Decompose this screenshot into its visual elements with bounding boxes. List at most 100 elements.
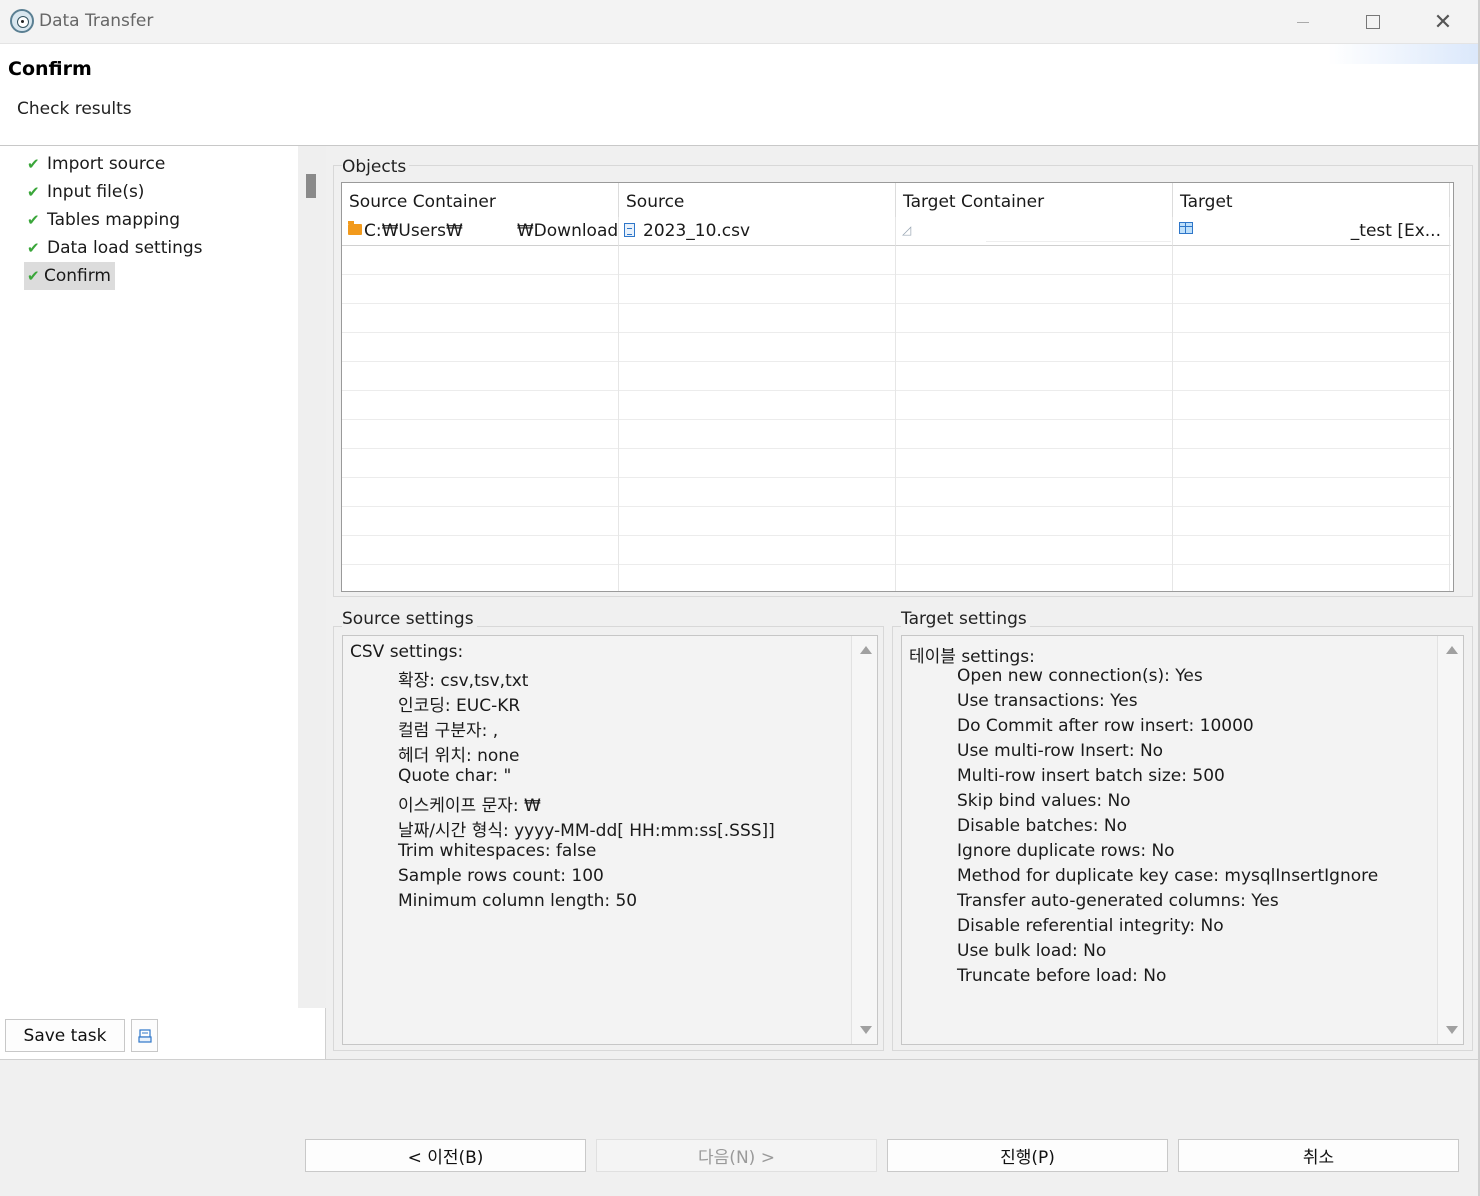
empty-table-row: [342, 304, 1451, 333]
save-icon: [137, 1028, 152, 1043]
empty-cell: [1173, 391, 1450, 420]
empty-cell: [1173, 362, 1450, 391]
scrollbar-thumb[interactable]: [306, 174, 316, 198]
table-row[interactable]: C:₩Users₩ ₩Downloads 2023_10.csv ◿ _test…: [342, 217, 1451, 246]
close-button[interactable]: ✕: [1408, 0, 1478, 44]
setting-line: Use transactions: Yes: [957, 691, 1138, 711]
target-settings-text[interactable]: 테이블 settings: Open new connection(s): Ye…: [901, 635, 1464, 1045]
next-button[interactable]: 다음(N) >: [596, 1139, 877, 1172]
source-container-cell[interactable]: C:₩Users₩ ₩Downloads: [342, 217, 619, 246]
csv-file-icon: [624, 223, 635, 237]
empty-cell: [342, 333, 619, 362]
scroll-down-icon[interactable]: [860, 1026, 872, 1034]
empty-table-row: [342, 507, 1451, 536]
empty-table-row: [342, 449, 1451, 478]
empty-table-row: [342, 275, 1451, 304]
target-cell[interactable]: _test [Ex...: [1173, 217, 1450, 246]
target-container-cell[interactable]: ◿: [896, 217, 1173, 246]
setting-line: Do Commit after row insert: 10000: [957, 716, 1254, 736]
step-label: Data load settings: [47, 238, 203, 258]
step-tables-mapping[interactable]: ✔ Tables mapping: [24, 206, 207, 234]
source-settings-scrollbar[interactable]: [851, 636, 877, 1044]
setting-line: 이스케이프 문자: ₩: [398, 796, 541, 816]
empty-table-row: [342, 420, 1451, 449]
scroll-down-icon[interactable]: [1446, 1026, 1458, 1034]
empty-cell: [619, 536, 896, 565]
setting-line: Method for duplicate key case: mysqlInse…: [957, 866, 1379, 886]
objects-table[interactable]: Source Container Source Target Container…: [341, 182, 1454, 592]
step-input-files[interactable]: ✔ Input file(s): [24, 178, 207, 206]
folder-icon: [348, 221, 362, 235]
setting-line: Quote char: ": [398, 766, 512, 786]
empty-cell: [1173, 478, 1450, 507]
step-data-load-settings[interactable]: ✔ Data load settings: [24, 234, 207, 262]
cancel-button[interactable]: 취소: [1178, 1139, 1459, 1172]
source-settings-text[interactable]: CSV settings: 확장: csv,tsv,txt 인코딩: EUC-KR…: [342, 635, 878, 1045]
empty-cell: [1173, 275, 1450, 304]
column-header-source[interactable]: Source: [619, 183, 896, 217]
empty-cell: [619, 275, 896, 304]
setting-line: Open new connection(s): Yes: [957, 666, 1203, 686]
empty-cell: [896, 304, 1173, 333]
back-button[interactable]: < 이전(B): [305, 1139, 586, 1172]
column-header-target[interactable]: Target: [1173, 183, 1450, 217]
empty-cell: [342, 507, 619, 536]
source-settings-heading: CSV settings:: [350, 642, 464, 662]
cell-underline: [986, 241, 1171, 242]
setting-line: 인코딩: EUC-KR: [398, 696, 521, 716]
steps-scrollbar[interactable]: [298, 146, 326, 1008]
empty-cell: [619, 449, 896, 478]
check-icon: ✔: [27, 239, 40, 257]
window-title: Data Transfer: [39, 11, 154, 31]
table-header: Source Container Source Target Container…: [342, 183, 1453, 217]
empty-table-row: [342, 391, 1451, 420]
check-icon: ✔: [27, 211, 40, 229]
column-header-target-container[interactable]: Target Container: [896, 183, 1173, 217]
empty-cell: [896, 246, 1173, 275]
page-description: Check results: [17, 99, 132, 119]
empty-cell: [619, 478, 896, 507]
empty-cell: [619, 565, 896, 591]
target-settings-heading: 테이블 settings:: [909, 647, 1035, 667]
empty-cell: [619, 362, 896, 391]
step-import-source[interactable]: ✔ Import source: [24, 150, 207, 178]
empty-cell: [342, 275, 619, 304]
empty-cell: [1173, 449, 1450, 478]
minimize-icon: [1297, 21, 1309, 23]
save-task-button[interactable]: Save task: [5, 1019, 125, 1052]
empty-table-row: [342, 478, 1451, 507]
empty-table-row: [342, 536, 1451, 565]
title-bar[interactable]: Data Transfer ✕: [0, 0, 1480, 44]
step-label: Input file(s): [47, 182, 145, 202]
minimize-button[interactable]: [1268, 0, 1338, 44]
empty-cell: [342, 449, 619, 478]
wizard-footer: < 이전(B) 다음(N) > 진행(P) 취소: [0, 1059, 1478, 1196]
save-task-icon-button[interactable]: [131, 1019, 158, 1052]
setting-line: Trim whitespaces: false: [398, 841, 597, 861]
setting-line: Transfer auto-generated columns: Yes: [957, 891, 1279, 911]
empty-table-row: [342, 246, 1451, 275]
step-confirm[interactable]: ✔ Confirm: [24, 262, 115, 290]
target-settings-label: Target settings: [901, 609, 1030, 629]
empty-cell: [342, 304, 619, 333]
column-header-source-container[interactable]: Source Container: [342, 183, 619, 217]
empty-cell: [1173, 536, 1450, 565]
target-settings-scrollbar[interactable]: [1437, 636, 1463, 1044]
empty-cell: [896, 275, 1173, 304]
setting-line: Minimum column length: 50: [398, 891, 638, 911]
empty-cell: [342, 565, 619, 591]
scroll-up-icon[interactable]: [1446, 646, 1458, 654]
wizard-header: Confirm Check results: [0, 44, 1478, 146]
empty-cell: [619, 246, 896, 275]
empty-table-row: [342, 333, 1451, 362]
proceed-button[interactable]: 진행(P): [887, 1139, 1168, 1172]
maximize-button[interactable]: [1338, 0, 1408, 44]
setting-line: 확장: csv,tsv,txt: [398, 671, 529, 691]
empty-cell: [342, 420, 619, 449]
close-icon: ✕: [1433, 9, 1453, 35]
target-text: _test [Ex...: [1350, 221, 1441, 241]
source-cell[interactable]: 2023_10.csv: [619, 217, 896, 246]
scroll-up-icon[interactable]: [860, 646, 872, 654]
empty-cell: [1173, 246, 1450, 275]
setting-line: 날짜/시간 형식: yyyy-MM-dd[ HH:mm:ss[.SSS]]: [398, 821, 775, 841]
